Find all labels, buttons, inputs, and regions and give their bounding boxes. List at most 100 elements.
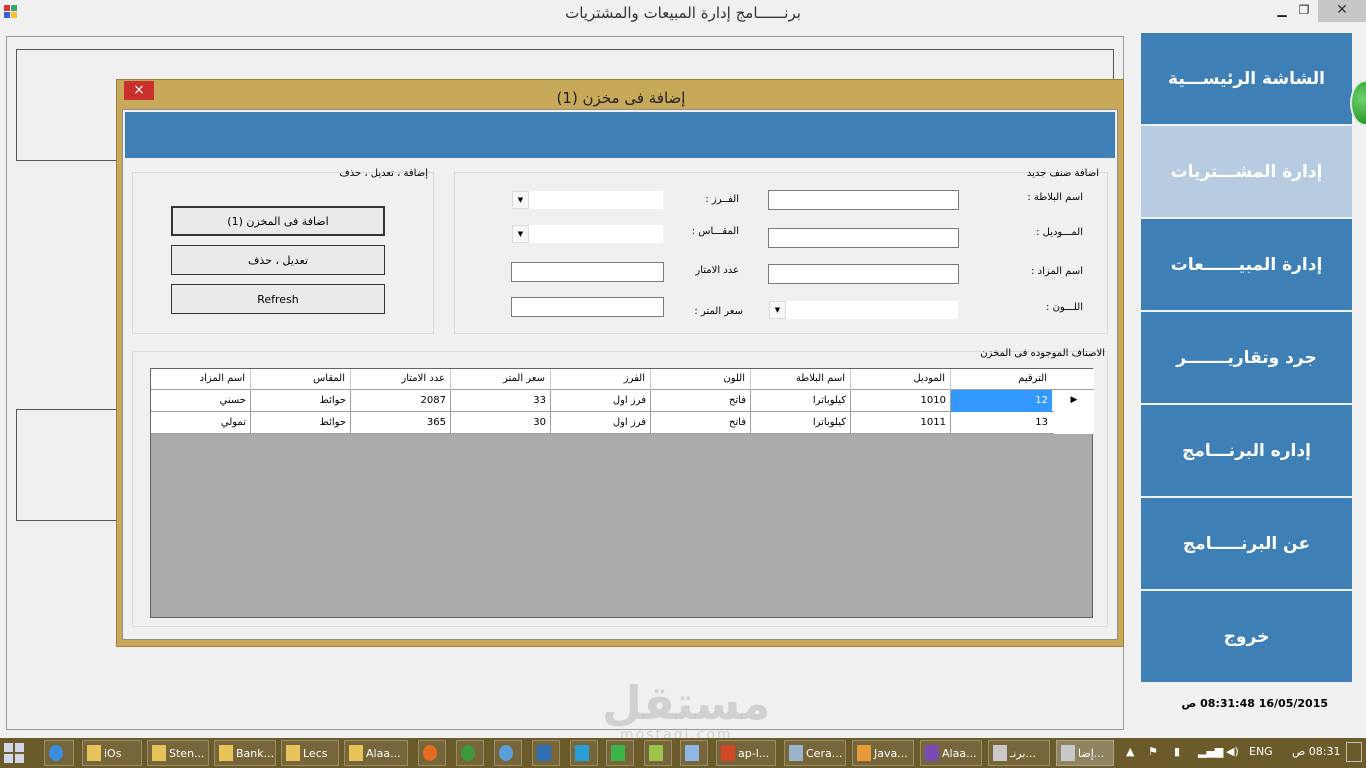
table-cell[interactable]: 33 bbox=[450, 390, 550, 412]
price-input[interactable] bbox=[511, 297, 664, 317]
menu-about[interactable]: عن البرنـــــامج bbox=[1141, 498, 1352, 589]
tile-name-input[interactable] bbox=[768, 190, 959, 210]
model-input[interactable] bbox=[768, 228, 959, 248]
add-to-store-button[interactable]: اضافة فى المخزن (1) bbox=[171, 206, 385, 236]
watermark-logo: مستقل bbox=[602, 676, 771, 730]
table-cell[interactable]: 13 bbox=[950, 412, 1052, 434]
refresh-button[interactable]: Refresh bbox=[171, 284, 385, 314]
column-header-supplier[interactable]: اسم المزاد bbox=[151, 369, 250, 390]
hotspot-icon[interactable] bbox=[606, 740, 634, 766]
menu-program-admin[interactable]: إداره البرنـــامج bbox=[1141, 405, 1352, 496]
column-header-model[interactable]: الموديل bbox=[850, 369, 950, 390]
taskbar: iOs Sten... Bank... Lecs Alaa... ap-l...… bbox=[0, 738, 1366, 768]
column-header-number[interactable]: الترقيم bbox=[950, 369, 1052, 390]
chevron-down-icon[interactable]: ▼ bbox=[769, 301, 786, 319]
grade-select[interactable]: ▼ bbox=[511, 190, 664, 210]
items-data-grid[interactable]: الترقيم الموديل اسم البلاطة اللون الفرز … bbox=[150, 368, 1094, 618]
table-cell[interactable]: 2087 bbox=[350, 390, 450, 412]
taskbar-item-bank[interactable]: Bank... bbox=[214, 740, 276, 766]
table-cell[interactable]: فرز اول bbox=[550, 412, 650, 434]
taskbar-item-main-app[interactable]: برنـ... bbox=[988, 740, 1050, 766]
column-header-price[interactable]: سعر المتر bbox=[450, 369, 550, 390]
column-header-meters[interactable]: عدد الامتار bbox=[350, 369, 450, 390]
new-item-group-title: اضافة صنف جديد bbox=[1026, 168, 1099, 179]
wifi-icon[interactable] bbox=[570, 740, 598, 766]
volume-icon[interactable]: ◀) bbox=[1226, 745, 1239, 758]
taskbar-item-java[interactable]: Java... bbox=[852, 740, 914, 766]
model-label: المـــوديل : bbox=[1036, 227, 1083, 238]
java-icon bbox=[857, 745, 871, 761]
column-header-grade[interactable]: الفرز bbox=[550, 369, 650, 390]
battery-icon[interactable]: ▮ bbox=[1174, 745, 1180, 758]
color-select[interactable]: ▼ bbox=[768, 300, 959, 320]
notification-icon[interactable] bbox=[1346, 742, 1362, 762]
table-cell[interactable]: فاتح bbox=[650, 412, 750, 434]
supplier-label: اسم المزاد : bbox=[1031, 266, 1083, 277]
table-cell[interactable]: تمولي bbox=[151, 412, 250, 434]
firefox-icon[interactable] bbox=[418, 740, 446, 766]
tray-expand-icon[interactable]: ▲ bbox=[1126, 745, 1134, 758]
dialog-title: إضافة فى مخزن (1) bbox=[556, 89, 686, 107]
close-icon[interactable]: ✕ bbox=[1318, 0, 1366, 22]
browser-icon[interactable] bbox=[494, 740, 522, 766]
tool-icon[interactable] bbox=[532, 740, 560, 766]
column-header-tile-name[interactable]: اسم البلاطة bbox=[750, 369, 850, 390]
table-cell[interactable]: حسني bbox=[151, 390, 250, 412]
taskbar-item-alaa-folder[interactable]: Alaa... bbox=[344, 740, 408, 766]
menu-sales[interactable]: إدارة المبيــــــعات bbox=[1141, 219, 1352, 310]
menu-purchases[interactable]: إدارة المشـــتريات bbox=[1141, 126, 1352, 217]
taskbar-item-powerpoint[interactable]: ap-l... bbox=[716, 740, 776, 766]
meters-input[interactable] bbox=[511, 262, 664, 282]
tile-name-label: اسم البلاطة : bbox=[1027, 192, 1083, 203]
table-cell[interactable]: فاتح bbox=[650, 390, 750, 412]
chevron-down-icon[interactable]: ▼ bbox=[512, 225, 529, 243]
menu-home[interactable]: الشاشة الرئيســـية bbox=[1141, 33, 1352, 124]
chevron-down-icon[interactable]: ▼ bbox=[512, 191, 529, 209]
table-cell[interactable]: 1011 bbox=[850, 412, 950, 434]
clock[interactable]: 08:31 ص bbox=[1292, 745, 1341, 758]
table-cell[interactable]: فرز اول bbox=[550, 390, 650, 412]
vpn-icon[interactable] bbox=[680, 740, 708, 766]
add-to-store-dialog: × إضافة فى مخزن (1) اضافة صنف جديد اسم ا… bbox=[116, 79, 1124, 647]
language-indicator[interactable]: ENG bbox=[1249, 745, 1273, 758]
table-cell[interactable]: حوائط bbox=[250, 412, 350, 434]
table-cell[interactable]: كيلوباترا bbox=[750, 390, 850, 412]
taskbar-item-cera[interactable]: Cera... bbox=[784, 740, 846, 766]
signal-icon[interactable]: ▂▄▆ bbox=[1198, 745, 1223, 758]
grade-label: الفــرز : bbox=[705, 194, 739, 205]
package-icon bbox=[789, 745, 803, 761]
flag-icon[interactable]: ⚑ bbox=[1148, 745, 1158, 758]
windows-start-icon[interactable] bbox=[4, 743, 24, 763]
menu-inventory-reports[interactable]: جرد وتقاريـــــــر bbox=[1141, 312, 1352, 403]
table-row[interactable]: ▶ 12 1010 كيلوباترا فاتح فرز اول 33 2087… bbox=[151, 390, 1094, 412]
folder-icon bbox=[219, 745, 233, 761]
taskbar-item-visual-studio[interactable]: Alaa... bbox=[920, 740, 982, 766]
android-icon[interactable] bbox=[644, 740, 672, 766]
edit-delete-button[interactable]: تعديل ، حذف bbox=[171, 245, 385, 275]
meters-label: عدد الامتار bbox=[695, 265, 739, 276]
taskbar-item-sten[interactable]: Sten... bbox=[147, 740, 209, 766]
ie-icon[interactable] bbox=[44, 740, 74, 766]
taskbar-item-dialog[interactable]: إضا... bbox=[1056, 740, 1114, 766]
actions-group-title: إضافة ، تعديل ، حذف bbox=[339, 168, 428, 179]
window-titlebar: برنــــــامج إدارة المبيعات والمشتريات ▁… bbox=[0, 0, 1366, 26]
taskbar-item-lecs[interactable]: Lecs bbox=[281, 740, 339, 766]
folder-icon bbox=[87, 745, 101, 761]
table-row[interactable]: 13 1011 كيلوباترا فاتح فرز اول 30 365 حو… bbox=[151, 412, 1094, 434]
folder-icon bbox=[152, 745, 166, 761]
table-cell[interactable]: كيلوباترا bbox=[750, 412, 850, 434]
table-cell[interactable]: 12 bbox=[950, 390, 1052, 412]
menu-exit[interactable]: خروج bbox=[1141, 591, 1352, 682]
column-header-size[interactable]: المقاس bbox=[250, 369, 350, 390]
table-cell[interactable]: 365 bbox=[350, 412, 450, 434]
table-cell[interactable]: 30 bbox=[450, 412, 550, 434]
app-window-icon bbox=[993, 745, 1007, 761]
size-select[interactable]: ▼ bbox=[511, 224, 664, 244]
chrome-icon[interactable] bbox=[456, 740, 484, 766]
column-header-color[interactable]: اللون bbox=[650, 369, 750, 390]
taskbar-item-ios[interactable]: iOs bbox=[82, 740, 142, 766]
folder-icon bbox=[349, 745, 363, 761]
table-cell[interactable]: 1010 bbox=[850, 390, 950, 412]
supplier-input[interactable] bbox=[768, 264, 959, 284]
table-cell[interactable]: حوائط bbox=[250, 390, 350, 412]
